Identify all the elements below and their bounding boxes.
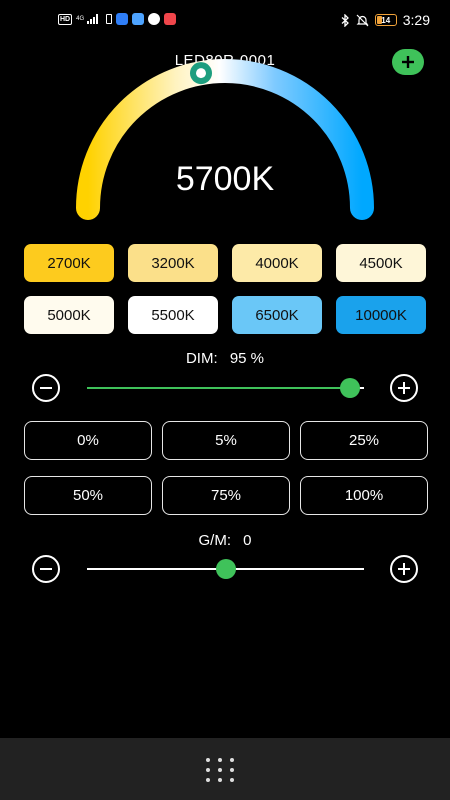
cct-preset-grid: 2700K 3200K 4000K 4500K 5000K 5500K 6500K 10000…: [24, 244, 428, 334]
gm-label: G/M:: [198, 532, 231, 549]
dim-decrease-button[interactable]: [32, 374, 60, 402]
bottom-bar: [0, 738, 450, 800]
dim-increase-button[interactable]: [390, 374, 418, 402]
dim-preset-100-percent[interactable]: 100%: [300, 476, 428, 515]
cct-value: 5700K: [175, 160, 275, 198]
dim-track[interactable]: [87, 387, 364, 389]
cct-thumb[interactable]: [190, 62, 212, 85]
cct-preset-4000k[interactable]: 4000K: [232, 244, 322, 282]
dim-preset-25-percent[interactable]: 25%: [300, 421, 428, 460]
dim-value: 95 %: [229, 350, 265, 367]
dim-preset-5-percent[interactable]: 5%: [162, 421, 290, 460]
cct-preset-5000k[interactable]: 5000K: [24, 296, 114, 334]
dim-track-fill: [87, 387, 351, 389]
dim-slider-thumb[interactable]: [340, 378, 361, 398]
cct-preset-2700k[interactable]: 2700K: [24, 244, 114, 282]
gm-label-line: G/M: 0: [0, 532, 450, 549]
dim-label-line: DIM: 95 %: [0, 350, 450, 367]
dim-preset-grid: 0% 5% 25% 50% 75% 100%: [24, 421, 428, 515]
cct-preset-3200k[interactable]: 3200K: [128, 244, 218, 282]
app-grid-icon[interactable]: [206, 758, 238, 786]
gm-slider-row: [30, 553, 420, 583]
gm-slider-thumb[interactable]: [215, 559, 236, 579]
cct-gauge[interactable]: [0, 0, 450, 240]
cct-preset-5500k[interactable]: 5500K: [128, 296, 218, 334]
dim-preset-50-percent[interactable]: 50%: [24, 476, 152, 515]
cct-preset-6500k[interactable]: 6500K: [232, 296, 322, 334]
cct-preset-10000k[interactable]: 10000K: [336, 296, 426, 334]
gm-value: 0: [243, 532, 252, 549]
cct-preset-4500k[interactable]: 4500K: [336, 244, 426, 282]
gm-increase-button[interactable]: [390, 555, 418, 583]
dim-preset-75-percent[interactable]: 75%: [162, 476, 290, 515]
dim-preset-0-percent[interactable]: 0%: [24, 421, 152, 460]
dim-label: DIM:: [185, 350, 218, 367]
dim-slider-row: [30, 372, 420, 402]
gm-decrease-button[interactable]: [32, 555, 60, 583]
